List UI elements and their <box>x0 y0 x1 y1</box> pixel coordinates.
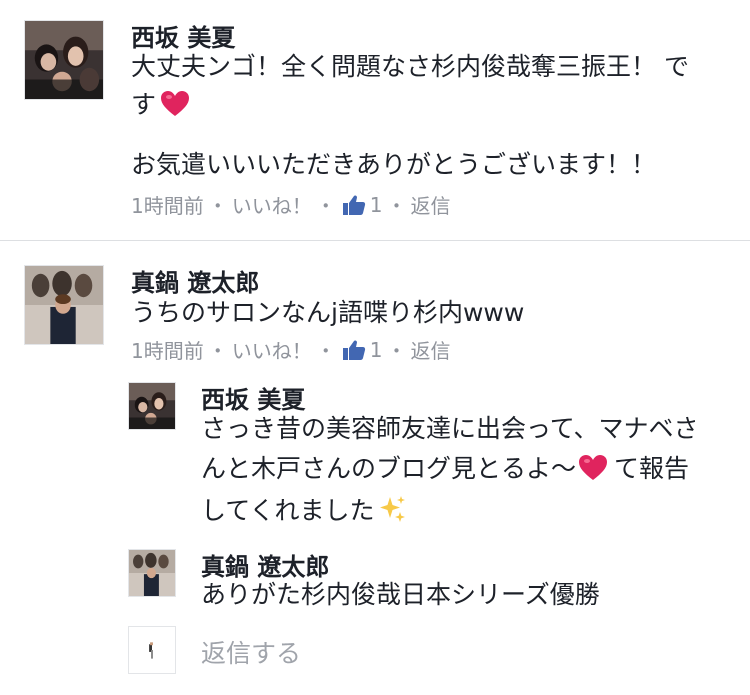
avatar <box>128 626 176 674</box>
timestamp: 1時間前 <box>131 339 204 363</box>
avatar[interactable] <box>24 20 104 100</box>
reply-text-segment: んと木戸さんのブログ見とるよ〜 <box>201 454 577 483</box>
reply-text-segment: て報告 <box>614 454 690 483</box>
avatar[interactable] <box>128 382 176 430</box>
profile-photo-icon <box>129 550 175 596</box>
timestamp: 1時間前 <box>131 194 204 218</box>
separator-dot: ・ <box>207 339 228 363</box>
reply-link[interactable]: 返信 <box>410 335 450 364</box>
reply-text-line: んと木戸さんのブログ見とるよ〜 て報告 <box>201 446 689 491</box>
sparkles-emoji-icon <box>377 493 407 523</box>
heart-emoji-icon <box>578 450 608 480</box>
comment-meta: 1時間前 ・ いいね！ ・ 1 ・ 返信 <box>131 190 450 219</box>
like-count: 1 <box>369 192 383 217</box>
comment-text-line: す <box>131 82 190 127</box>
reply-text-segment: してくれました <box>201 496 375 525</box>
profile-photo-icon <box>129 383 175 429</box>
heart-emoji-icon <box>160 86 190 116</box>
comment-divider <box>0 240 750 241</box>
profile-photo-icon <box>25 21 103 99</box>
separator-dot: ・ <box>207 194 228 218</box>
comment-meta: 1時間前 ・ いいね！ ・ 1 ・ 返信 <box>131 335 450 364</box>
comment-text-line: お気遣いいいただきありがとうございます！！ <box>131 150 657 179</box>
reply-text-line: さっき昔の美容師友達に出会って、マナベさ <box>201 414 699 443</box>
separator-dot: ・ <box>386 194 407 218</box>
user-profile-photo-icon <box>129 627 175 673</box>
reply-link[interactable]: 返信 <box>410 190 450 219</box>
separator-dot: ・ <box>386 339 407 363</box>
like-link[interactable]: いいね！ <box>232 335 312 364</box>
comment-text-segment: す <box>131 90 157 119</box>
thumbs-up-icon <box>342 194 366 216</box>
reply-text-line: してくれました <box>201 488 407 533</box>
separator-dot: ・ <box>315 339 336 363</box>
like-link[interactable]: いいね！ <box>232 190 312 219</box>
comment-text-line: うちのサロンなんj語喋り杉内www <box>131 298 525 327</box>
comment-text-line: 大丈夫ンゴ！全く問題なさ杉内俊哉奪三振王！ で <box>131 52 689 81</box>
profile-photo-icon <box>25 266 103 344</box>
thumbs-up-icon <box>342 339 366 361</box>
reply-text-line: ありがた杉内俊哉日本シリーズ優勝 <box>201 580 600 609</box>
avatar[interactable] <box>24 265 104 345</box>
reply-input[interactable]: 返信する <box>201 634 301 670</box>
like-count: 1 <box>369 337 383 362</box>
separator-dot: ・ <box>315 194 336 218</box>
avatar[interactable] <box>128 549 176 597</box>
